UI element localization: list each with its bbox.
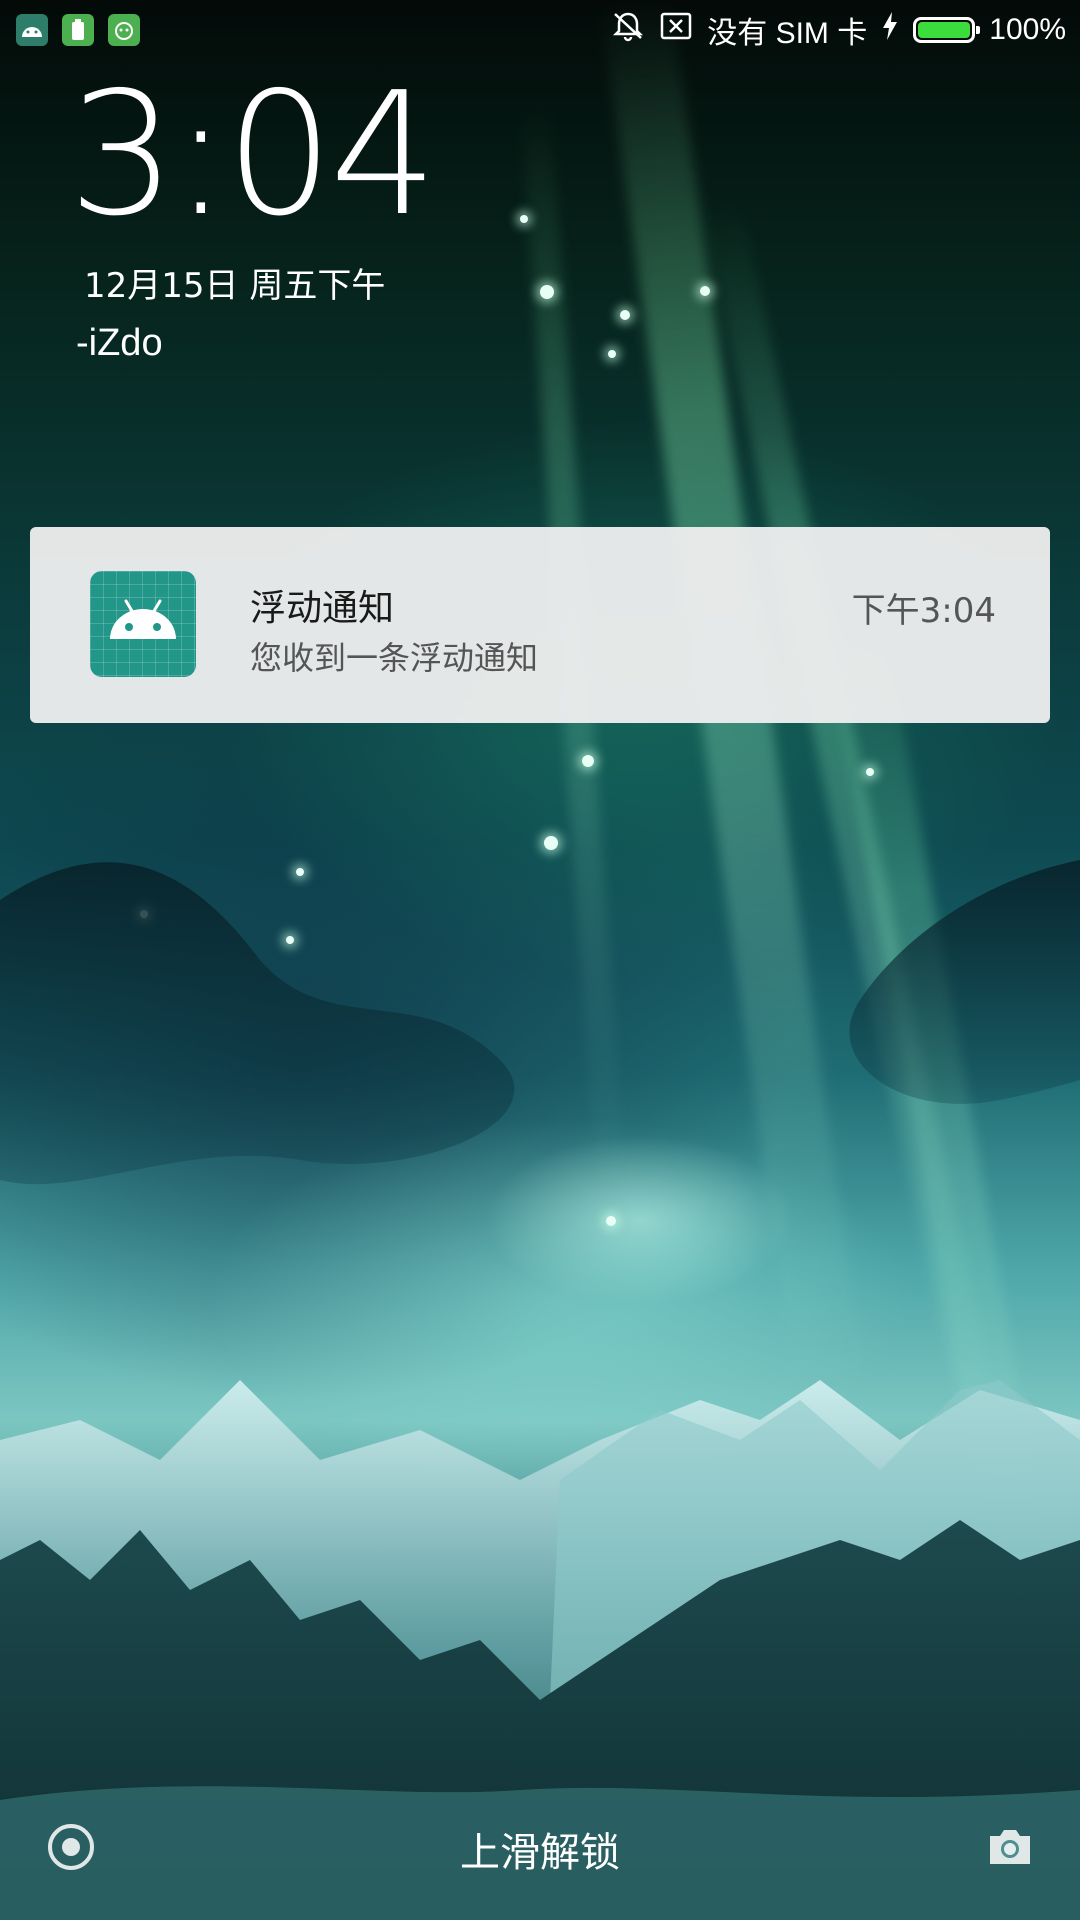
status-bar-app-icons [16, 14, 140, 46]
notification-title: 浮动通知 [250, 588, 395, 629]
camera-icon[interactable] [986, 1826, 1034, 1872]
sim-missing-icon [659, 11, 693, 49]
charging-bolt-icon [881, 11, 899, 49]
android-app-icon [16, 14, 48, 46]
lock-screen: 没有 SIM 卡 100% 3:04 12月15日 周五下午 -iZdo 浮动通… [0, 0, 1080, 1920]
unlock-hint[interactable]: 上滑解锁 [0, 1820, 1080, 1878]
robot-app-icon [108, 14, 140, 46]
battery-app-icon [62, 14, 94, 46]
battery-icon [913, 17, 981, 43]
notification-body: 您收到一条浮动通知 [250, 639, 539, 677]
notification-time: 下午3:04 [851, 591, 996, 631]
android-robot-icon [90, 571, 196, 677]
lockscreen-clock: 3:04 [68, 56, 438, 254]
status-bar-system-icons: 没有 SIM 卡 100% [611, 8, 1066, 52]
floating-notification[interactable]: 浮动通知 您收到一条浮动通知 下午3:04 [30, 527, 1050, 723]
vibrate-off-icon [611, 10, 645, 50]
battery-percent: 100% [989, 13, 1066, 46]
battery-level-fill [918, 22, 971, 38]
sim-status-text: 没有 SIM 卡 [707, 17, 868, 50]
status-bar: 没有 SIM 卡 100% [0, 0, 1080, 60]
owner-info: -iZdo [76, 322, 163, 364]
lockscreen-date: 12月15日 周五下午 [84, 266, 386, 306]
